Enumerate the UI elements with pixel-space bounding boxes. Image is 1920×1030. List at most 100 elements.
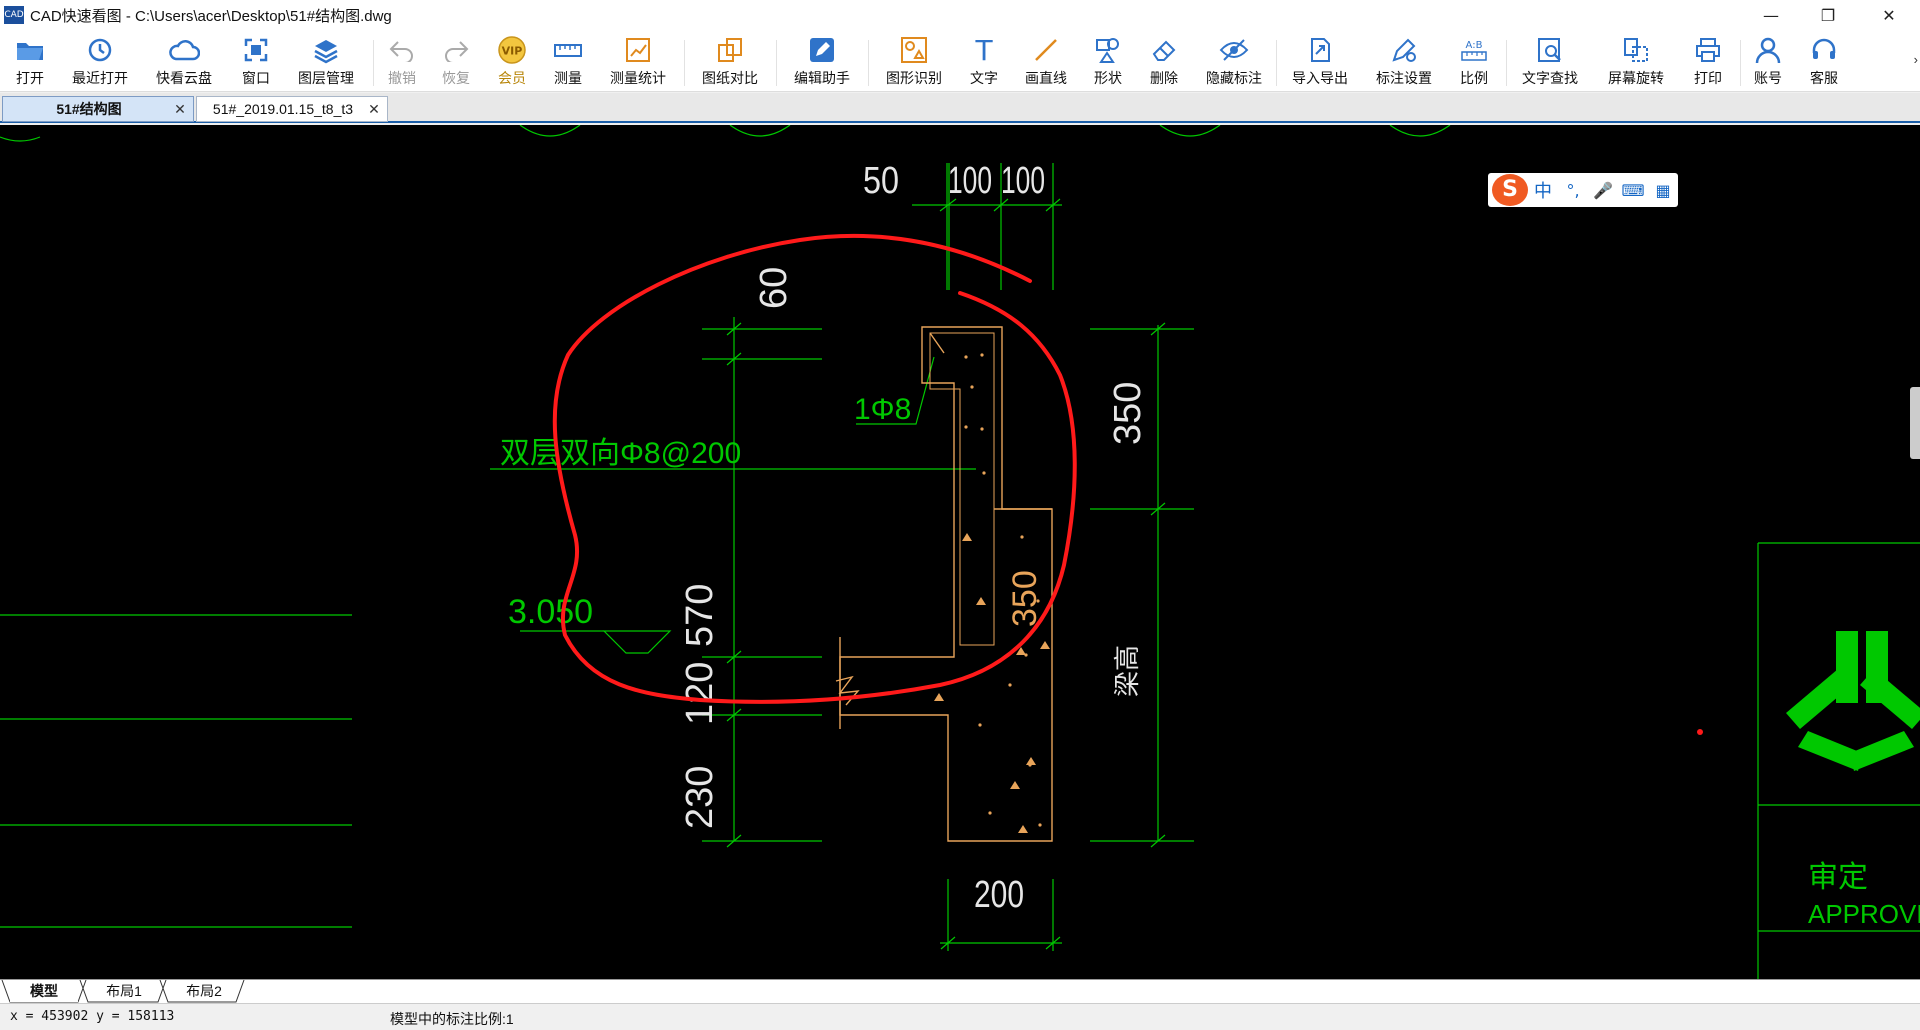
dim-50: 50 [863,160,899,202]
rotate-screen-icon [1620,34,1652,66]
text-icon: T [968,34,1000,66]
cloud-icon [168,34,200,66]
annotation-settings-button[interactable]: 标注设置 [1372,34,1436,90]
title-block-approved-en: APPROVED [1808,899,1920,929]
vip-button[interactable]: VIP 会员 [494,34,530,90]
layers-icon [310,34,342,66]
company-logo [1786,631,1920,771]
shape-icon [1092,34,1124,66]
title-bar: CAD CAD快速看图 - C:\Users\acer\Desktop\51#结… [0,0,1920,30]
document-tab-bar: 51#结构图 ✕ 51#_2019.01.15_t8_t3 ✕ [0,93,1920,123]
undo-button[interactable]: 撤销 [384,34,420,90]
redo-button[interactable]: 恢复 [438,34,474,90]
dim-230: 230 [679,766,721,829]
eraser-icon [1148,34,1180,66]
edit-assistant-icon [806,34,838,66]
text-button[interactable]: T 文字 [966,34,1002,90]
tab-layout2[interactable]: 布局2 [170,980,238,1002]
close-window-button[interactable]: ✕ [1858,0,1920,30]
print-button[interactable]: 打印 [1690,34,1726,90]
edit-assistant-button[interactable]: 编辑助手 [790,34,854,90]
shape-recognize-button[interactable]: 图形识别 [882,34,946,90]
beam-height-label: 梁高 [1112,645,1142,697]
tab-51-2019[interactable]: 51#_2019.01.15_t8_t3 ✕ [196,96,388,122]
keyboard-icon[interactable]: ⌨ [1618,181,1648,200]
history-icon [84,34,116,66]
measure-stats-icon [622,34,654,66]
dim-200: 200 [974,874,1024,916]
account-button[interactable]: 账号 [1750,34,1786,90]
open-button[interactable]: 打开 [12,34,48,90]
sogou-logo-icon[interactable]: S [1492,174,1528,206]
drawing-compare-button[interactable]: 图纸对比 [698,34,762,90]
tab-layout1[interactable]: 布局1 [90,980,158,1002]
window-icon [240,34,272,66]
shape-button[interactable]: 形状 [1090,34,1126,90]
delete-button[interactable]: 删除 [1146,34,1182,90]
line-icon [1030,34,1062,66]
tab-51-structure[interactable]: 51#结构图 ✕ [2,96,194,122]
minimize-button[interactable]: — [1740,0,1802,30]
dim-100-a: 100 [948,160,992,202]
compare-icon [714,34,746,66]
punctuation-icon[interactable]: °, [1558,181,1588,200]
annotation-scale: 模型中的标注比例:1 [390,1011,514,1027]
window-button[interactable]: 窗口 [238,34,274,90]
microphone-icon[interactable]: 🎤 [1588,181,1618,200]
annotation-settings-icon [1388,34,1420,66]
undo-icon [386,34,418,66]
tab-model[interactable]: 模型 [10,980,78,1002]
svg-text:A:B: A:B [1466,40,1483,51]
cloud-disk-button[interactable]: 快看云盘 [152,34,216,90]
dim-120: 120 [679,662,721,725]
shape-recognize-icon [898,34,930,66]
dim-60: 60 [753,267,795,309]
headset-icon [1808,34,1840,66]
hide-annotation-button[interactable]: 隐藏标注 [1202,34,1266,90]
app-logo-icon: CAD [4,6,24,24]
drawing-canvas[interactable]: 50 100 100 60 570 120 230 350 200 梁高 1Φ8… [0,125,1920,979]
close-icon[interactable]: ✕ [173,101,187,118]
measure-button[interactable]: 测量 [550,34,586,90]
text-search-icon [1534,34,1566,66]
rebar-note: 双层双向Φ8@200 [500,437,741,470]
toolbox-icon[interactable]: ▦ [1648,181,1678,200]
printer-icon [1692,34,1724,66]
restore-button[interactable]: ❐ [1797,0,1859,30]
import-export-button[interactable]: 导入导出 [1288,34,1352,90]
folder-open-icon [14,34,46,66]
recent-button[interactable]: 最近打开 [68,34,132,90]
cad-drawing: 50 100 100 60 570 120 230 350 200 梁高 1Φ8… [0,125,1920,979]
draw-line-button[interactable]: 画直线 [1022,34,1070,90]
dim-570: 570 [679,584,721,647]
redo-icon [440,34,472,66]
title-block-approved-cn: 审定 [1808,861,1868,894]
ime-toolbar[interactable]: S 中 °, 🎤 ⌨ ▦ [1488,173,1678,207]
side-panel-handle[interactable] [1910,387,1920,459]
rebar-label: 1Φ8 [854,393,911,426]
layer-manager-button[interactable]: 图层管理 [294,34,358,90]
cursor-coordinates: x = 453902 y = 158113 [10,1009,175,1024]
measure-stats-button[interactable]: 测量统计 [606,34,670,90]
scale-icon: A:B [1458,34,1490,66]
dim-350-inner: 350 [1006,570,1044,627]
dim-100-b: 100 [1001,160,1045,202]
close-icon[interactable]: ✕ [367,101,381,118]
red-dot [1697,729,1703,735]
vip-icon: VIP [496,34,528,66]
text-search-button[interactable]: 文字查找 [1518,34,1582,90]
status-bar: x = 453902 y = 158113 模型中的标注比例:1 [0,1003,1920,1030]
ime-language-toggle[interactable]: 中 [1528,177,1558,203]
svg-text:VIP: VIP [502,45,523,58]
elevation-label: 3.050 [508,593,593,631]
toolbar-overflow-icon[interactable]: › [1914,52,1918,67]
window-title: CAD快速看图 - C:\Users\acer\Desktop\51#结构图.d… [30,7,392,25]
customer-service-button[interactable]: 客服 [1806,34,1842,90]
dim-350-right: 350 [1107,382,1149,445]
scale-button[interactable]: A:B 比例 [1456,34,1492,90]
svg-text:T: T [974,36,993,64]
rotate-screen-button[interactable]: 屏幕旋转 [1604,34,1668,90]
main-toolbar: 打开 最近打开 快看云盘 窗口 图层管理 撤销 恢复 VIP 会员 测量 测量统… [0,30,1920,92]
eye-hide-icon [1218,34,1250,66]
user-icon [1752,34,1784,66]
